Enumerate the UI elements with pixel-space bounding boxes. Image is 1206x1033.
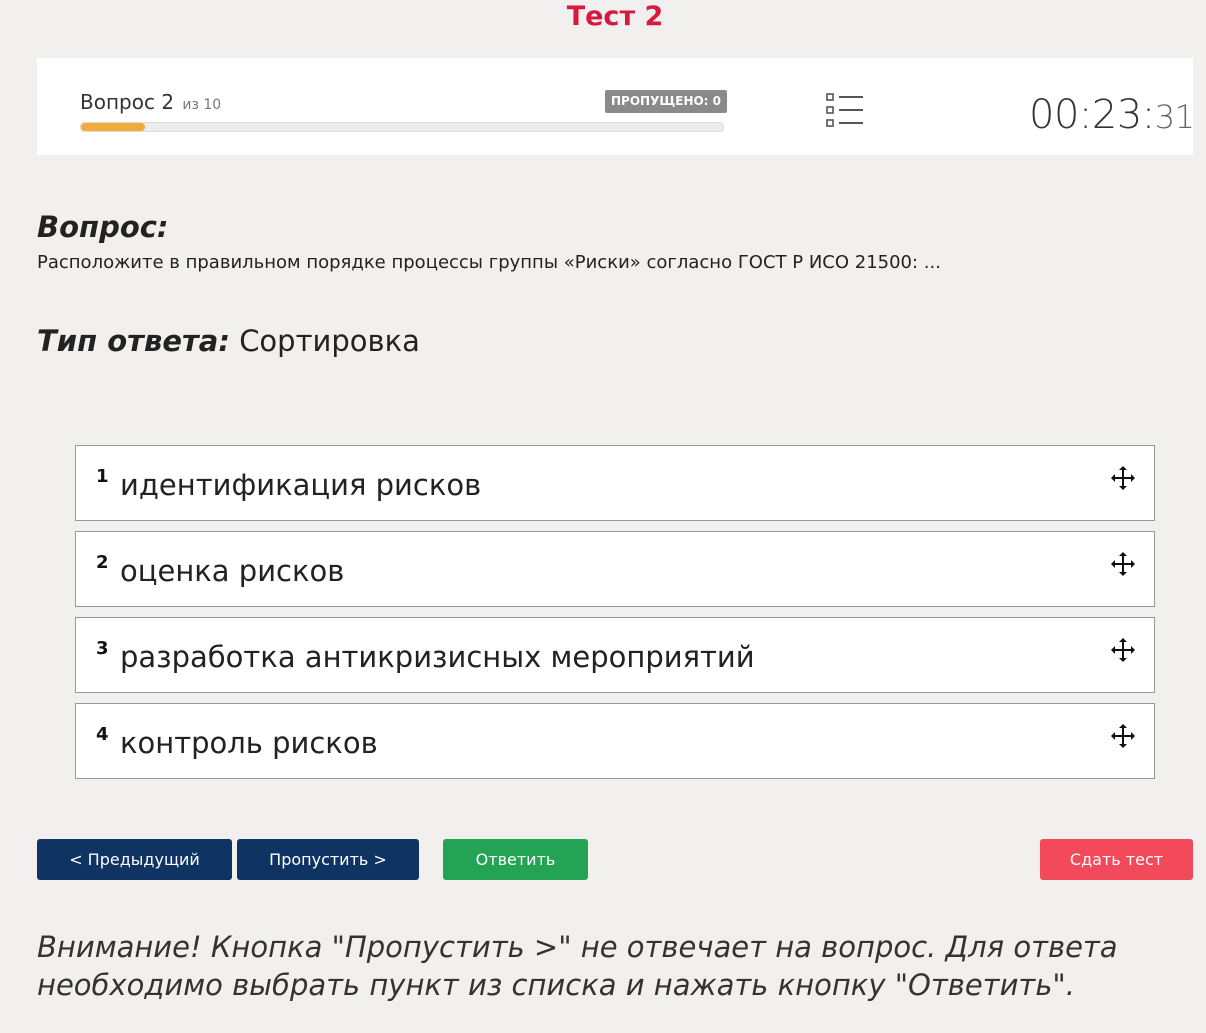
warning-text: Внимание! Кнопка "Пропустить >" не отвеч… <box>37 930 1118 1002</box>
sort-list: 1 идентификация рисков 2 оценка рисков 3… <box>75 445 1155 789</box>
list-icon[interactable] <box>826 93 864 127</box>
sort-item-number: 4 <box>96 724 109 745</box>
move-icon[interactable] <box>1109 464 1137 492</box>
skipped-badge: ПРОПУЩЕНО: 0 <box>605 90 728 113</box>
sort-item[interactable]: 2 оценка рисков <box>75 531 1155 607</box>
question-counter: Вопрос 2 из 10 <box>80 90 221 114</box>
progress-bar <box>80 122 724 132</box>
timer-seconds: 31 <box>1154 98 1195 136</box>
sort-item-number: 3 <box>96 638 109 659</box>
sort-item[interactable]: 3 разработка антикризисных мероприятий <box>75 617 1155 693</box>
question-number: Вопрос 2 <box>80 90 175 114</box>
sort-item[interactable]: 1 идентификация рисков <box>75 445 1155 521</box>
sort-item-label: контроль рисков <box>120 726 378 760</box>
progress-bar-fill <box>81 123 146 131</box>
timer-main: 00:23: <box>1029 92 1155 138</box>
move-icon[interactable] <box>1109 722 1137 750</box>
timer: 00:23:31 <box>1029 92 1195 138</box>
sort-item-label: оценка рисков <box>120 554 345 588</box>
sort-item-number: 1 <box>96 466 109 487</box>
submit-test-button[interactable]: Сдать тест <box>1040 839 1193 880</box>
test-title: Тест 2 <box>566 1 664 32</box>
progress-panel: Вопрос 2 из 10 ПРОПУЩЕНО: 0 00:23:31 <box>37 58 1195 155</box>
skip-button[interactable]: Пропустить > <box>237 839 419 880</box>
question-total: из 10 <box>182 97 222 113</box>
sort-item[interactable]: 4 контроль рисков <box>75 703 1155 779</box>
move-icon[interactable] <box>1109 636 1137 664</box>
sort-item-label: идентификация рисков <box>120 468 482 502</box>
sort-item-number: 2 <box>96 552 109 573</box>
answer-type-value: Сортировка <box>239 324 420 358</box>
answer-button[interactable]: Ответить <box>443 839 588 880</box>
move-icon[interactable] <box>1109 550 1137 578</box>
answer-type-label: Тип ответа: <box>37 324 230 358</box>
question-heading: Вопрос: <box>37 210 169 244</box>
answer-type: Тип ответа: Сортировка <box>37 324 420 358</box>
sort-item-label: разработка антикризисных мероприятий <box>120 640 755 674</box>
previous-button[interactable]: < Предыдущий <box>37 839 232 880</box>
question-text: Расположите в правильном порядке процесс… <box>37 252 941 273</box>
